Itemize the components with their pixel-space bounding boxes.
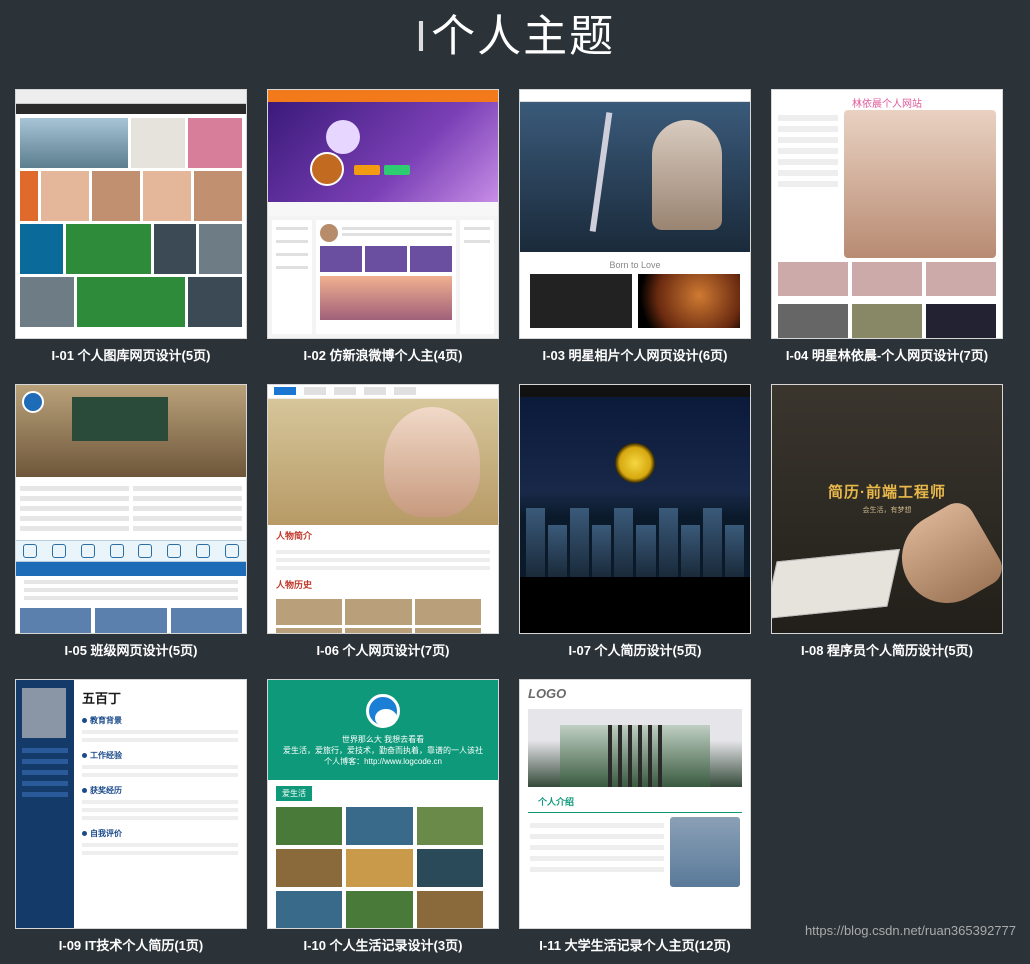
card-i01[interactable]: I-01 个人图库网页设计(5页) bbox=[15, 89, 247, 364]
resume-name: 五百丁 bbox=[82, 688, 238, 707]
caption: I-02 仿新浪微博个人主(4页) bbox=[267, 339, 499, 364]
resume-title: 简历·前端工程师 bbox=[772, 481, 1002, 502]
card-i08[interactable]: 简历·前端工程师 会生活，有梦想 I-08 程序员个人简历设计(5页) bbox=[771, 384, 1003, 659]
card-i05[interactable]: I-05 班级网页设计(5页) bbox=[15, 384, 247, 659]
slogan: 个人博客：http://www.logcode.cn bbox=[268, 756, 498, 767]
title-prefix: I bbox=[415, 12, 429, 61]
thumb: LOGO 个人介绍 bbox=[519, 679, 751, 929]
card-i02[interactable]: I-02 仿新浪微博个人主(4页) bbox=[267, 89, 499, 364]
thumb: 世界那么大 我想去看看 爱生活，爱旅行，爱技术，勤奋而执着，靠谱的一人该社 个人… bbox=[267, 679, 499, 929]
thumb: 五百丁 教育背景 工作经验 获奖经历 自我评价 bbox=[15, 679, 247, 929]
slogan: 世界那么大 我想去看看 bbox=[268, 734, 498, 745]
thumb bbox=[15, 89, 247, 339]
card-i07[interactable]: I-07 个人简历设计(5页) bbox=[519, 384, 751, 659]
caption: I-06 个人网页设计(7页) bbox=[267, 634, 499, 659]
thumb bbox=[267, 89, 499, 339]
section-label: 人物简介 bbox=[268, 525, 498, 546]
tag: 爱生活 bbox=[276, 786, 312, 801]
caption: I-09 IT技术个人简历(1页) bbox=[15, 929, 247, 954]
title-text: 个人主题 bbox=[431, 12, 615, 61]
card-i09[interactable]: 五百丁 教育背景 工作经验 获奖经历 自我评价 I-09 IT技术个人简历(1页… bbox=[15, 679, 247, 954]
slogan: 爱生活，爱旅行，爱技术，勤奋而执着，靠谱的一人该社 bbox=[268, 745, 498, 756]
card-i06[interactable]: 人物简介 人物历史 I-06 个人网页设计(7页) bbox=[267, 384, 499, 659]
caption: I-07 个人简历设计(5页) bbox=[519, 634, 751, 659]
caption: I-11 大学生活记录个人主页(12页) bbox=[519, 929, 751, 954]
caption: I-04 明星林依晨-个人网页设计(7页) bbox=[771, 339, 1003, 364]
section: 工作经验 bbox=[90, 751, 122, 760]
card-i04[interactable]: 林依晨个人网站 I-04 明星林依晨-个人网页设计(7页) bbox=[771, 89, 1003, 364]
card-i03[interactable]: Born to Love I-03 明星相片个人网页设计(6页) bbox=[519, 89, 751, 364]
caption: I-03 明星相片个人网页设计(6页) bbox=[519, 339, 751, 364]
thumb bbox=[519, 384, 751, 634]
page-title: I个人主题 bbox=[0, 0, 1030, 89]
caption: I-05 班级网页设计(5页) bbox=[15, 634, 247, 659]
watermark: https://blog.csdn.net/ruan365392777 bbox=[805, 923, 1016, 938]
section: 自我评价 bbox=[90, 829, 122, 838]
thumb: 林依晨个人网站 bbox=[771, 89, 1003, 339]
section-heading: 个人介绍 bbox=[528, 791, 742, 813]
template-grid: I-01 个人图库网页设计(5页) I-02 仿新浪微博个人主(4页) bbox=[0, 89, 1030, 964]
caption: I-08 程序员个人简历设计(5页) bbox=[771, 634, 1003, 659]
card-i10[interactable]: 世界那么大 我想去看看 爱生活，爱旅行，爱技术，勤奋而执着，靠谱的一人该社 个人… bbox=[267, 679, 499, 954]
section: 教育背景 bbox=[90, 716, 122, 725]
section: 获奖经历 bbox=[90, 786, 122, 795]
caption: I-10 个人生活记录设计(3页) bbox=[267, 929, 499, 954]
card-i11[interactable]: LOGO 个人介绍 I-11 大学生活记录个人主页(12页) bbox=[519, 679, 751, 954]
section-label: 人物历史 bbox=[268, 574, 498, 595]
thumb: 人物简介 人物历史 bbox=[267, 384, 499, 634]
logo-text: LOGO bbox=[520, 680, 750, 707]
caption: I-01 个人图库网页设计(5页) bbox=[15, 339, 247, 364]
thumb: 简历·前端工程师 会生活，有梦想 bbox=[771, 384, 1003, 634]
doraemon-icon bbox=[366, 694, 400, 728]
blog-title: 林依晨个人网站 bbox=[772, 90, 1002, 110]
hero-sub: Born to Love bbox=[520, 252, 750, 274]
thumb: Born to Love bbox=[519, 89, 751, 339]
thumb bbox=[15, 384, 247, 634]
